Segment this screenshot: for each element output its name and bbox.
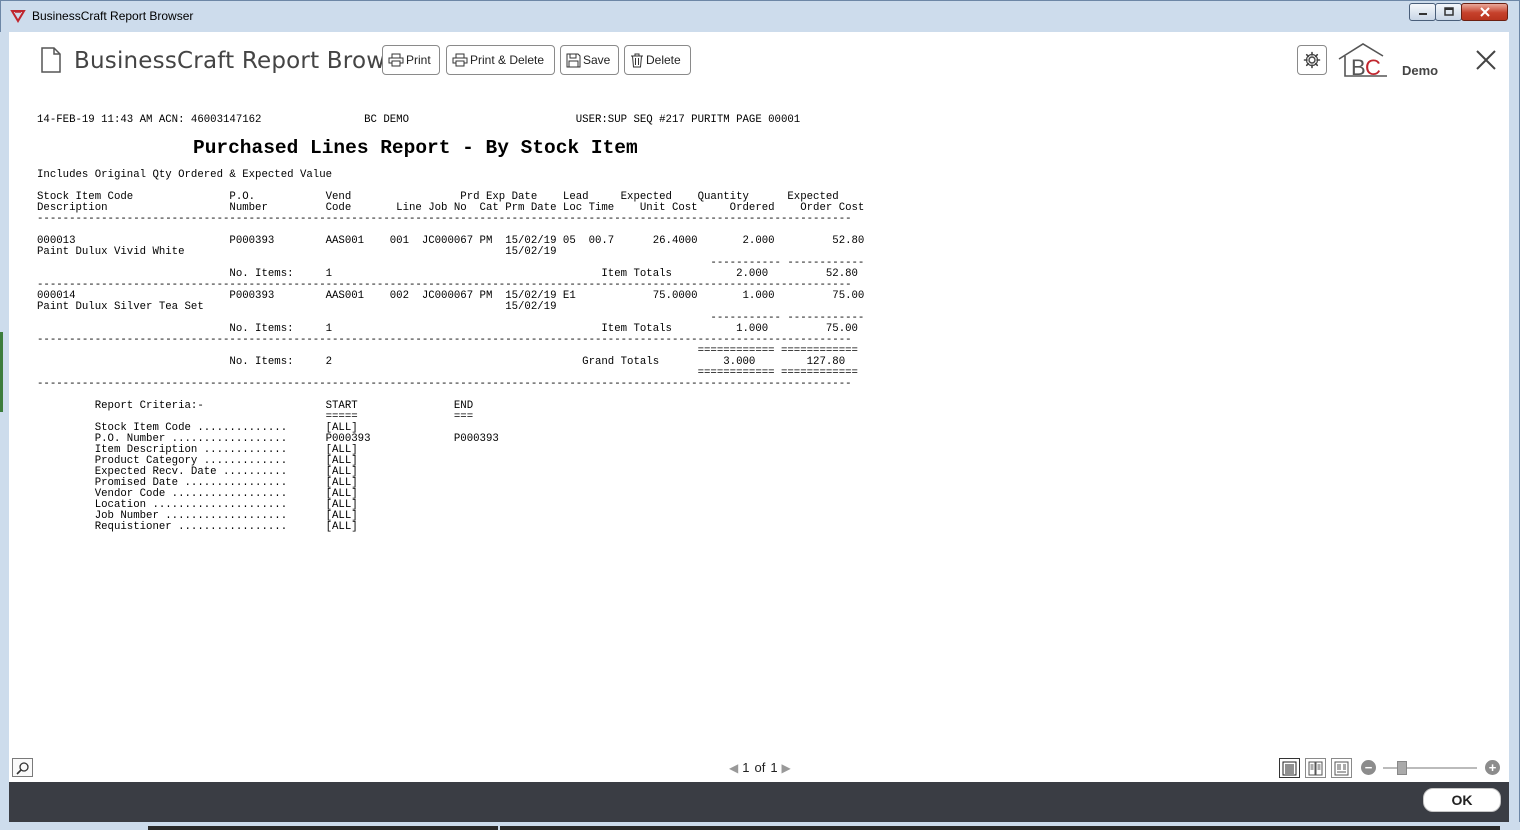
report-viewer[interactable]: 14-FEB-19 11:43 AM ACN: 46003147162 BC D… [9, 89, 1509, 752]
two-page-icon [1308, 761, 1323, 775]
view-mode-group [1279, 758, 1357, 778]
window-title: BusinessCraft Report Browser [32, 9, 194, 23]
previous-page-icon[interactable]: ◀ [729, 761, 738, 775]
report-body: 14-FEB-19 11:43 AM ACN: 46003147162 BC D… [37, 114, 865, 533]
window-close-button[interactable] [1461, 3, 1508, 21]
print-button[interactable]: Print [382, 45, 440, 75]
floppy-disk-icon [566, 53, 581, 67]
minimize-button[interactable] [1409, 3, 1436, 21]
page-of-label: of [754, 760, 766, 775]
ok-button[interactable]: OK [1423, 788, 1501, 812]
background-taskbar-strip [0, 822, 1520, 830]
next-page-icon[interactable]: ▶ [782, 761, 791, 775]
close-icon[interactable] [1474, 48, 1498, 72]
find-button[interactable] [12, 758, 33, 777]
current-page: 1 [742, 760, 750, 775]
multi-page-icon [1334, 761, 1349, 775]
gear-icon [1303, 51, 1321, 69]
trash-icon [631, 53, 643, 67]
businesscraft-logo: B C [1338, 43, 1387, 80]
page-title: BusinessCraft Report Browser [74, 48, 422, 74]
single-page-icon [1282, 761, 1297, 775]
zoom-control: − + [1361, 760, 1501, 776]
save-button[interactable]: Save [560, 45, 619, 75]
two-page-view-button[interactable] [1305, 758, 1326, 778]
single-page-view-button[interactable] [1279, 758, 1300, 778]
report-browser-dialog: BusinessCraft Report Browser Print Print… [9, 32, 1509, 822]
maximize-icon [1436, 4, 1461, 20]
background-strip [0, 32, 9, 830]
app-logo-icon [10, 10, 26, 23]
window-controls [1409, 3, 1508, 23]
minimize-icon [1410, 4, 1435, 20]
window-close-icon [1462, 4, 1507, 20]
logo-b-letter: B [1351, 55, 1366, 80]
print-button-label: Print [406, 53, 431, 67]
company-name: Demo [1402, 63, 1439, 78]
zoom-slider-thumb[interactable] [1397, 761, 1407, 775]
delete-button[interactable]: Delete [624, 45, 691, 75]
magnifier-icon [15, 761, 29, 775]
report-title: Purchased Lines Report - By Stock Item [193, 137, 638, 159]
print-and-delete-button-label: Print & Delete [470, 53, 545, 67]
multi-page-view-button[interactable] [1331, 758, 1352, 778]
zoom-in-button[interactable]: + [1485, 760, 1500, 775]
save-button-label: Save [583, 53, 611, 67]
document-icon [41, 47, 61, 73]
page-navigator: ◀ 1 of 1 ▶ [725, 760, 795, 775]
logo-c-letter: C [1365, 55, 1381, 80]
total-pages: 1 [770, 760, 778, 775]
dialog-footer: OK [9, 782, 1509, 822]
delete-button-label: Delete [646, 53, 681, 67]
settings-button[interactable] [1297, 45, 1327, 75]
printer-icon [452, 53, 468, 67]
window-titlebar[interactable]: BusinessCraft Report Browser [0, 0, 1520, 32]
printer-icon [388, 53, 404, 67]
toolbar: BusinessCraft Report Browser Print Print… [9, 32, 1509, 90]
print-and-delete-button[interactable]: Print & Delete [446, 45, 555, 75]
zoom-out-button[interactable]: − [1361, 760, 1376, 775]
maximize-button[interactable] [1435, 3, 1462, 21]
viewer-statusbar: ◀ 1 of 1 ▶ − + [9, 752, 1509, 782]
